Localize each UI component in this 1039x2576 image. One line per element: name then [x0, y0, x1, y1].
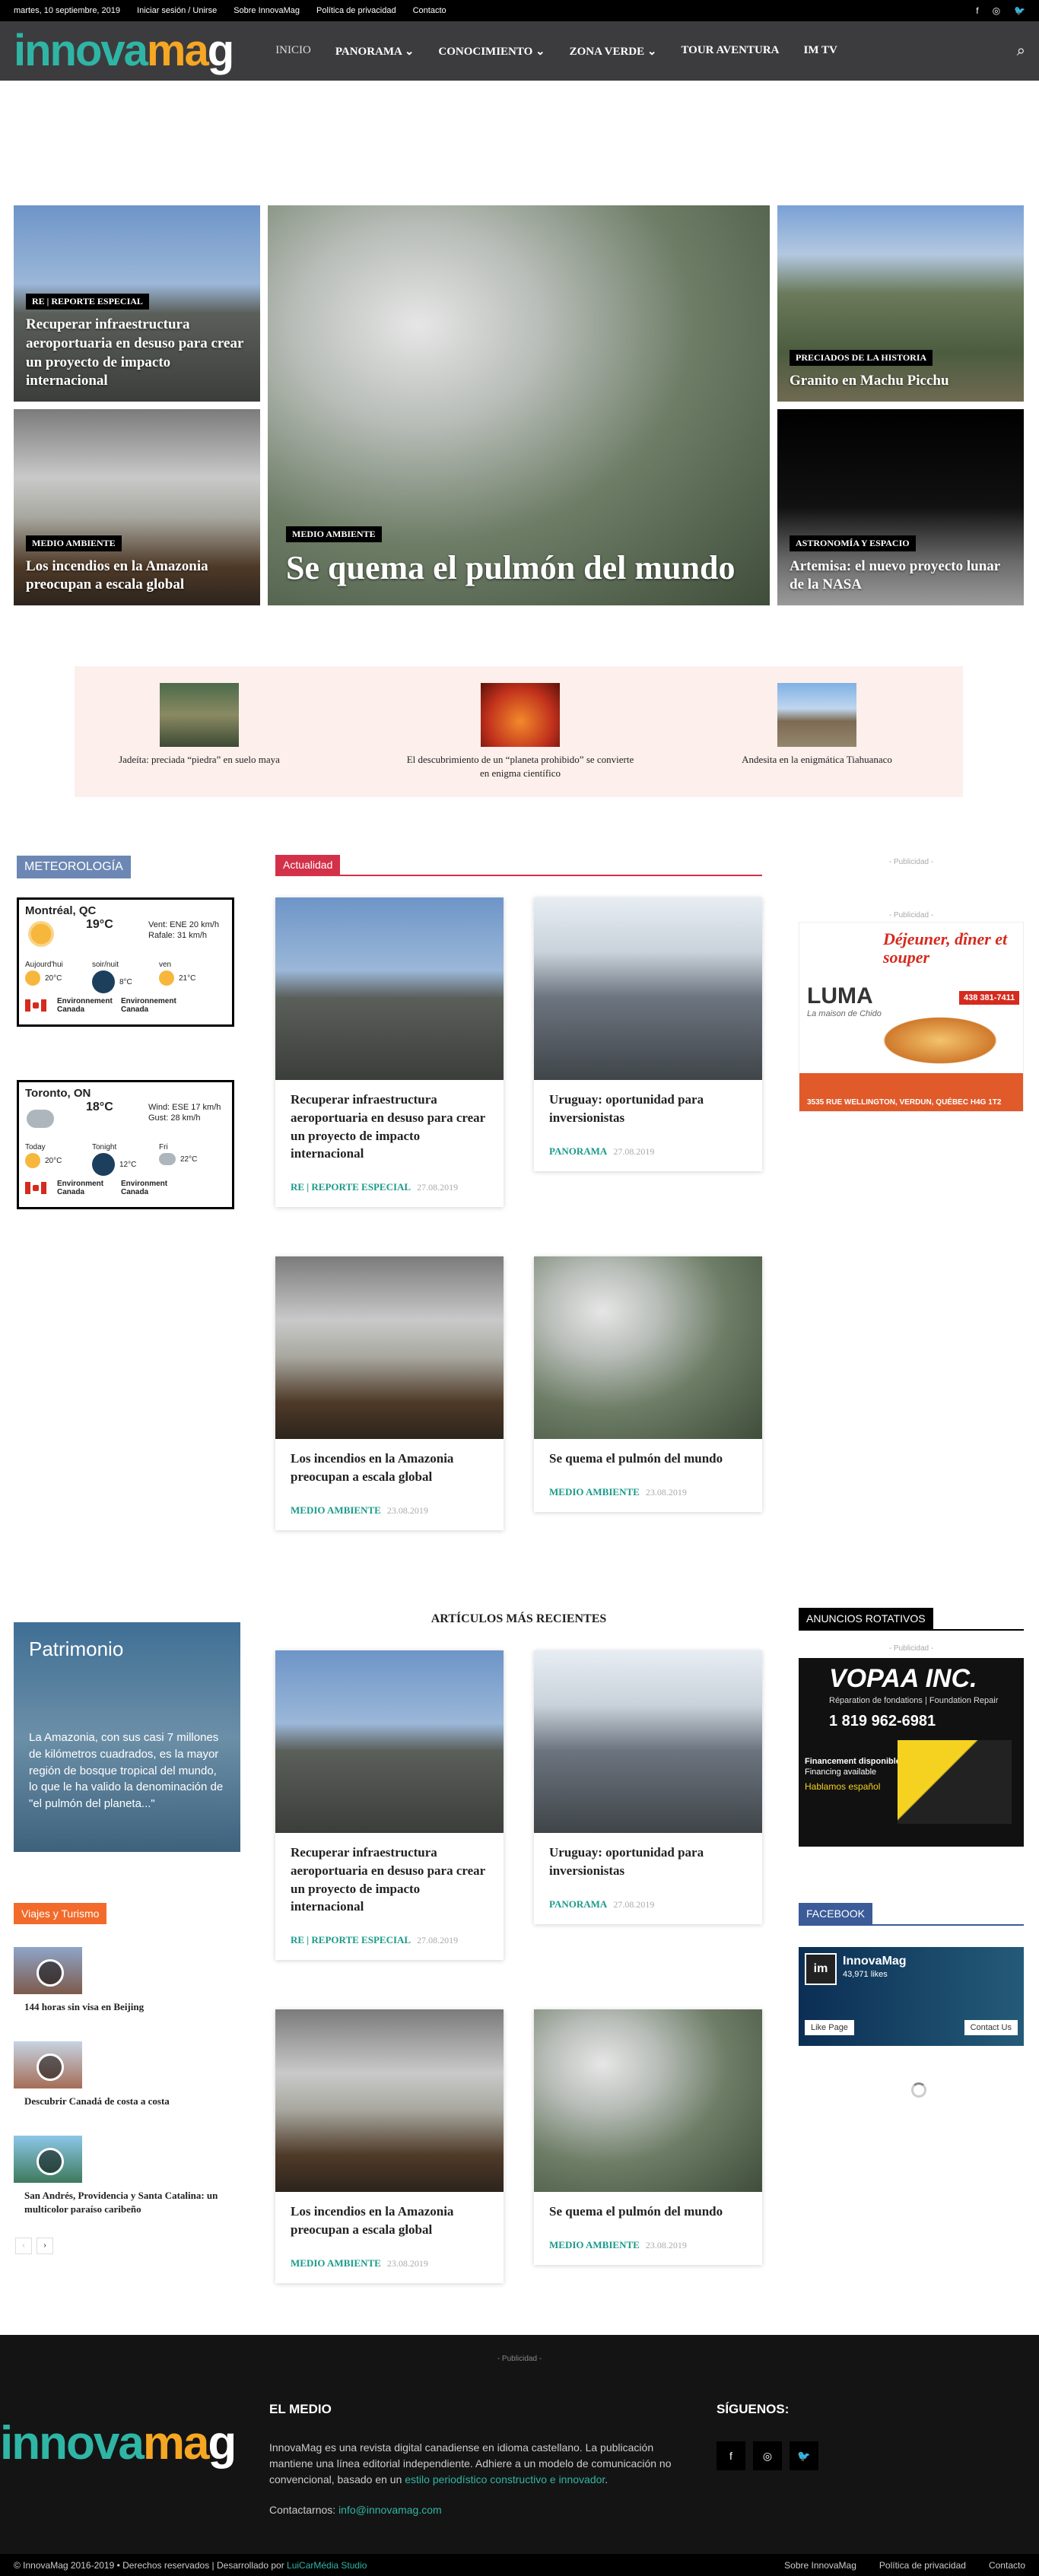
- article-card[interactable]: Recuperar infraestructura aeroportuaria …: [275, 1650, 504, 1961]
- footer-about-link[interactable]: Sobre InnovaMag: [784, 2560, 856, 2571]
- travel-item[interactable]: Descubrir Canadá de costa a costa: [14, 2041, 242, 2108]
- hero-tile-artemisa[interactable]: ASTRONOMÍA Y ESPACIO Artemisa: el nuevo p…: [777, 409, 1024, 605]
- twitter-icon[interactable]: 🐦: [790, 2441, 818, 2470]
- recent-heading: ARTÍCULOS MÁS RECIENTES: [431, 1612, 607, 1625]
- article-card[interactable]: Los incendios en la Amazonia preocupan a…: [275, 1256, 504, 1530]
- night-icon: [92, 970, 115, 993]
- site-logo[interactable]: innovamag: [14, 29, 234, 73]
- facebook-header: FACEBOOK: [799, 1903, 1024, 1926]
- menu-inicio[interactable]: INICIO: [275, 44, 311, 59]
- weather-widget-montreal[interactable]: Montréal, QC 19°C Vent: ENE 20 km/h Rafal…: [17, 897, 234, 1027]
- article-card[interactable]: Uruguay: oportunidad para inversionistas…: [534, 1650, 762, 1924]
- sunny-icon: [28, 921, 54, 947]
- weather-label: METEOROLOGÍA: [17, 856, 131, 878]
- hero-tile-airport[interactable]: RE | REPORTE ESPECIAL Recuperar infraestr…: [14, 205, 260, 402]
- contact-us-button[interactable]: Contact Us: [964, 2020, 1018, 2035]
- strip-item-jadeita[interactable]: Jadeíta: preciada “piedra” en suelo maya: [85, 683, 313, 767]
- developer-link[interactable]: LuiCarMédia Studio: [287, 2560, 367, 2571]
- about-link[interactable]: Sobre InnovaMag: [234, 6, 300, 15]
- facebook-icon[interactable]: f: [716, 2441, 745, 2470]
- privacy-link[interactable]: Política de privacidad: [316, 6, 396, 15]
- footer-logo[interactable]: innovamag: [0, 2420, 237, 2467]
- featured-strip: Jadeíta: preciada “piedra” en suelo maya…: [75, 666, 963, 797]
- pagination: ‹ ›: [15, 2238, 53, 2254]
- page-avatar: im: [805, 1953, 837, 1985]
- rain-icon: [159, 1153, 176, 1165]
- instagram-icon[interactable]: ◎: [753, 2441, 782, 2470]
- main-nav: innovamag INICIO PANORAMA ⌄ CONOCIMIENTO…: [0, 21, 1039, 81]
- play-icon: [14, 1947, 82, 1994]
- loading-icon: [911, 2082, 926, 2098]
- footer-privacy-link[interactable]: Política de privacidad: [879, 2560, 966, 2571]
- menu-panorama[interactable]: PANORAMA ⌄: [335, 44, 415, 59]
- viajes-section: Viajes y Turismo: [14, 1903, 107, 1924]
- article-card[interactable]: Recuperar infraestructura aeroportuaria …: [275, 897, 504, 1208]
- cloudy-icon: [27, 1110, 54, 1128]
- travel-item[interactable]: 144 horas sin visa en Beijing: [14, 1947, 242, 2014]
- vopaa-ad[interactable]: VOPAA INC. Réparation de fondations | Fo…: [799, 1658, 1024, 1847]
- canada-flag-icon: [25, 999, 46, 1012]
- travel-item[interactable]: San Andrés, Providencia y Santa Catalina…: [14, 2136, 242, 2216]
- prev-icon[interactable]: ‹: [15, 2238, 32, 2254]
- facebook-widget[interactable]: im InnovaMag 43,971 likes Like Page Cont…: [799, 1947, 1024, 2046]
- canada-flag-icon: [25, 1182, 46, 1194]
- patrimonio-box[interactable]: Patrimonio La Amazonia, con sus casi 7 m…: [14, 1622, 240, 1852]
- hero-tile-main[interactable]: MEDIO AMBIENTE Se quema el pulmón del mun…: [268, 205, 770, 605]
- play-icon: [14, 2041, 82, 2088]
- luma-ad[interactable]: Déjeuner, dîner et souper LUMA La maison…: [799, 922, 1024, 1112]
- article-card[interactable]: Uruguay: oportunidad para inversionistas…: [534, 897, 762, 1171]
- hero-tile-fires[interactable]: MEDIO AMBIENTE Los incendios en la Amazon…: [14, 409, 260, 605]
- andesite-thumbnail: [777, 683, 856, 747]
- like-page-button[interactable]: Like Page: [805, 2020, 854, 2035]
- date-text: martes, 10 septiembre, 2019: [14, 6, 121, 15]
- next-icon[interactable]: ›: [37, 2238, 53, 2254]
- menu-tour-aventura[interactable]: TOUR AVENTURA: [681, 44, 779, 59]
- jadeite-thumbnail: [160, 683, 239, 747]
- strip-item-andesita[interactable]: Andesita en la enigmática Tiahuanaco: [703, 683, 931, 767]
- hero-tile-machu-picchu[interactable]: PRECIADOS DE LA HISTORIA Granito en Machu…: [777, 205, 1024, 402]
- hero-grid: RE | REPORTE ESPECIAL Recuperar infraestr…: [14, 205, 1024, 607]
- weather-section: METEOROLOGÍA: [17, 856, 131, 878]
- rotating-ads-header: ANUNCIOS ROTATIVOS: [799, 1608, 1024, 1631]
- actualidad-header: Actualidad: [275, 855, 762, 876]
- search-icon[interactable]: ⌕: [1017, 43, 1025, 60]
- partly-cloudy-icon: [25, 1153, 40, 1168]
- menu-im-tv[interactable]: IM TV: [804, 44, 837, 59]
- article-card[interactable]: Se quema el pulmón del mundo MEDIO AMBIE…: [534, 1256, 762, 1512]
- editorial-link[interactable]: estilo periodístico constructivo e innov…: [405, 2473, 605, 2485]
- weather-widget-toronto[interactable]: Toronto, ON 18°C Wind: ESE 17 km/h Gust: …: [17, 1080, 234, 1209]
- login-link[interactable]: Iniciar sesión / Unirse: [137, 6, 217, 15]
- bottom-bar: © InnovaMag 2016-2019 • Derechos reserva…: [0, 2554, 1039, 2576]
- article-card[interactable]: Los incendios en la Amazonia preocupan a…: [275, 2009, 504, 2283]
- contact-link[interactable]: Contacto: [413, 6, 446, 15]
- ad-label: - Publicidad -: [888, 911, 934, 920]
- strip-item-planeta[interactable]: El descubrimiento de un “planeta prohibi…: [406, 683, 634, 780]
- article-card[interactable]: Se quema el pulmón del mundo MEDIO AMBIE…: [534, 2009, 762, 2265]
- sunny-icon: [25, 970, 40, 986]
- footer: - Publicidad - innovamag EL MEDIO Innova…: [0, 2335, 1039, 2554]
- email-link[interactable]: info@innovamag.com: [338, 2504, 442, 2516]
- ad-label: - Publicidad -: [888, 858, 934, 866]
- top-bar: martes, 10 septiembre, 2019 Iniciar sesi…: [0, 0, 1039, 21]
- facebook-icon[interactable]: f: [976, 5, 978, 16]
- sunny-icon: [159, 970, 174, 986]
- planet-thumbnail: [481, 683, 560, 747]
- play-icon: [14, 2136, 82, 2183]
- instagram-icon[interactable]: ◎: [993, 5, 1000, 16]
- footer-contact-link[interactable]: Contacto: [989, 2560, 1025, 2571]
- menu-conocimiento[interactable]: CONOCIMIENTO ⌄: [438, 44, 545, 59]
- twitter-icon[interactable]: 🐦: [1014, 5, 1025, 16]
- menu-zona-verde[interactable]: ZONA VERDE ⌄: [570, 44, 657, 59]
- night-icon: [92, 1153, 115, 1176]
